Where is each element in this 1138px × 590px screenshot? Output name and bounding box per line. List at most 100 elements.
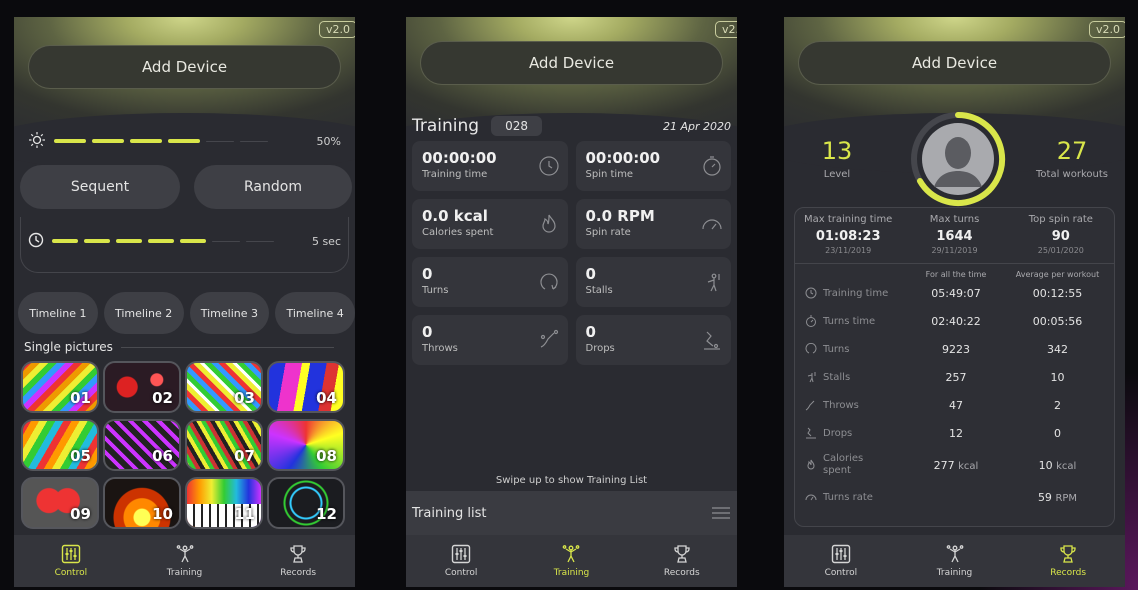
total-workouts-stat: 27 Total workouts	[1036, 137, 1108, 180]
speedometer-icon	[805, 494, 817, 501]
tab-control[interactable]: Control	[14, 535, 128, 587]
timeline-4-button[interactable]: Timeline 4	[275, 292, 355, 334]
tab-control[interactable]: Control	[784, 535, 898, 587]
juggler-icon	[707, 273, 720, 292]
stat-turns: 0 Turns	[412, 257, 568, 307]
brightness-slider[interactable]: 50%	[28, 131, 341, 151]
sliders-icon	[61, 544, 81, 564]
swipe-hint: Swipe up to show Training List	[495, 475, 648, 486]
records-column-headers: For all the time Average per workout	[925, 270, 1100, 279]
picture-grid: 01 02 03 04 05 06 07 08 09 10 11 12	[21, 361, 345, 529]
juggler-icon	[563, 545, 580, 563]
table-row: Throws 47 2	[795, 391, 1114, 419]
flame-icon	[807, 459, 815, 470]
version-badge: v2.0	[714, 21, 737, 38]
timeline-1-button[interactable]: Timeline 1	[18, 292, 98, 334]
stat-drops: 0 Drops	[575, 315, 731, 365]
table-row: Calories spent 277 kcal 10 kcal	[795, 447, 1114, 483]
brightness-value: 50%	[316, 134, 341, 148]
tab-bar: Control Training Records	[784, 535, 1125, 587]
tab-control[interactable]: Control	[406, 535, 516, 587]
picture-tile[interactable]: 04	[267, 361, 345, 413]
clock-icon	[538, 156, 559, 176]
table-row: Turns 9223 342	[795, 335, 1114, 363]
duration-track[interactable]	[52, 239, 293, 243]
training-title: Training	[412, 116, 480, 136]
picture-tile[interactable]: 10	[103, 477, 181, 529]
flame-icon	[541, 214, 556, 233]
picture-tile[interactable]: 07	[185, 419, 263, 471]
picture-tile[interactable]: 03	[185, 361, 263, 413]
trophy-icon	[290, 545, 306, 563]
throw-icon	[805, 400, 815, 411]
random-button[interactable]: Random	[194, 165, 352, 209]
single-pictures-heading: Single pictures	[24, 340, 334, 354]
training-date: 21 Apr 2020	[662, 119, 731, 133]
clock-icon	[805, 287, 817, 299]
tab-training[interactable]: Training	[516, 535, 626, 587]
stat-stalls: 0 Stalls	[575, 257, 731, 307]
control-screen: v2.0 Add Device 50% Sequent Random 5 sec…	[14, 17, 355, 587]
duration-value: 5 sec	[311, 234, 341, 248]
stat-spin-time: 00:00:00 Spin time	[575, 141, 731, 191]
records-table: Max training time 01:08:23 23/11/2019 Ma…	[794, 207, 1115, 527]
brightness-icon	[28, 131, 46, 152]
timeline-3-button[interactable]: Timeline 3	[189, 292, 270, 334]
sequent-button[interactable]: Sequent	[20, 165, 180, 209]
stat-calories: 0.0 kcal Calories spent	[412, 199, 568, 249]
records-screen: v2.0 Add Device 13 Level 27 Total workou…	[784, 17, 1125, 587]
tab-records[interactable]: Records	[241, 535, 355, 587]
table-row: Turns time 02:40:22 00:05:56	[795, 307, 1114, 335]
max-records-row: Max training time 01:08:23 23/11/2019 Ma…	[795, 208, 1114, 264]
table-row: Stalls 257 10	[795, 363, 1114, 391]
picture-tile[interactable]: 05	[21, 419, 99, 471]
version-badge: v2.0	[1088, 21, 1125, 38]
level-stat: 13 Level	[821, 137, 853, 180]
training-list-bar[interactable]: Training list	[406, 491, 737, 535]
add-device-button[interactable]: Add Device	[420, 41, 723, 85]
duration-slider[interactable]: 5 sec	[28, 231, 341, 251]
table-row: Training time 05:49:07 00:12:55	[795, 279, 1114, 307]
trophy-icon	[674, 545, 690, 563]
timeline-list: Timeline 1 Timeline 2 Timeline 3 Timelin…	[18, 292, 355, 334]
stat-throws: 0 Throws	[412, 315, 568, 365]
timeline-2-button[interactable]: Timeline 2	[103, 292, 184, 334]
clock-icon	[28, 232, 44, 251]
add-device-button[interactable]: Add Device	[28, 45, 341, 89]
tab-training[interactable]: Training	[898, 535, 1012, 587]
drop-icon	[704, 331, 720, 350]
max-training-time: Max training time 01:08:23 23/11/2019	[803, 214, 893, 255]
tab-records[interactable]: Records	[627, 535, 737, 587]
picture-tile[interactable]: 12	[267, 477, 345, 529]
sliders-icon	[451, 544, 471, 564]
top-spin-rate: Top spin rate 90 25/01/2020	[1028, 214, 1093, 255]
training-header: Training 028 21 Apr 2020	[412, 113, 731, 139]
tab-bar: Control Training Records	[406, 535, 737, 587]
mode-selector: Sequent Random	[14, 165, 355, 209]
juggler-icon	[807, 372, 816, 383]
stat-training-time: 00:00:00 Training time	[412, 141, 568, 191]
picture-tile[interactable]: 09	[21, 477, 99, 529]
speedometer-icon	[702, 219, 722, 230]
drop-icon	[806, 427, 816, 439]
picture-tile[interactable]: 01	[21, 361, 99, 413]
brightness-track[interactable]	[54, 139, 293, 143]
version-badge: v2.0	[318, 21, 355, 38]
picture-tile[interactable]: 11	[185, 477, 263, 529]
tab-bar: Control Training Records	[14, 535, 355, 587]
juggler-icon	[176, 545, 193, 563]
picture-tile[interactable]: 02	[103, 361, 181, 413]
training-screen: v2.0 Add Device Training 028 21 Apr 2020…	[406, 17, 737, 587]
add-device-button[interactable]: Add Device	[798, 41, 1111, 85]
picture-tile[interactable]: 06	[103, 419, 181, 471]
table-row: Drops 12 0	[795, 419, 1114, 447]
juggler-icon	[946, 545, 963, 563]
tab-training[interactable]: Training	[128, 535, 242, 587]
list-icon	[712, 507, 730, 519]
session-number: 028	[491, 116, 542, 136]
avatar[interactable]	[908, 109, 1008, 209]
max-turns: Max turns 1644 29/11/2019	[929, 214, 980, 255]
tab-records[interactable]: Records	[1011, 535, 1125, 587]
picture-tile[interactable]: 08	[267, 419, 345, 471]
sliders-icon	[831, 544, 851, 564]
